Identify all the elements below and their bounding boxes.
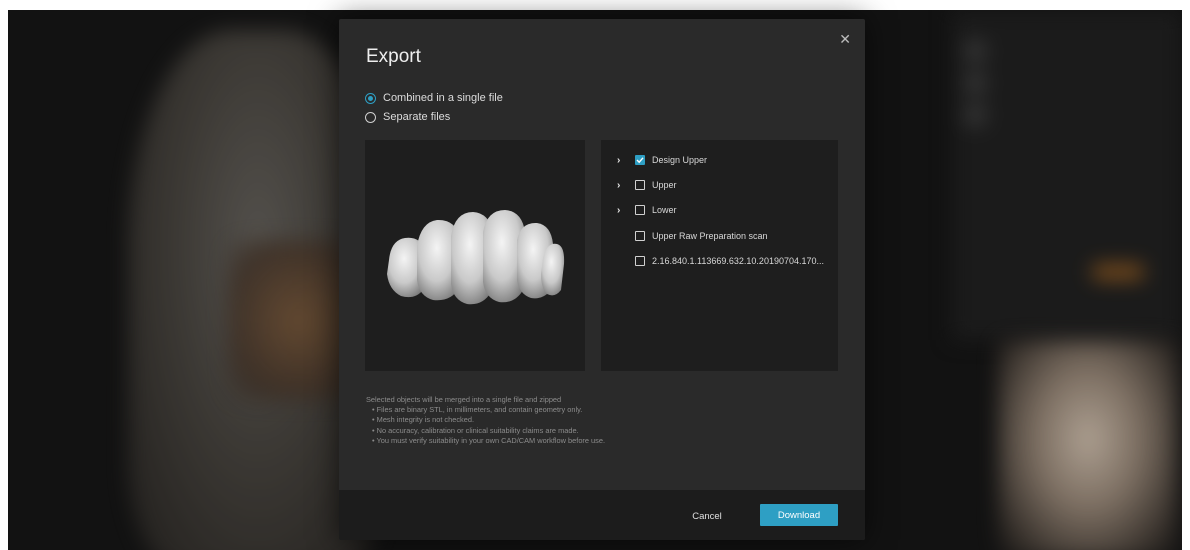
radio-combined-single-file[interactable]: Combined in a single file bbox=[365, 90, 503, 106]
face-photo bbox=[998, 340, 1178, 550]
crown-group bbox=[387, 210, 565, 305]
checkbox-unchecked[interactable] bbox=[635, 256, 645, 266]
export-dialog: ✕ Export Combined in a single file Separ… bbox=[339, 19, 865, 540]
dental-crowns-preview bbox=[387, 210, 565, 305]
chevron-right-icon[interactable]: › bbox=[617, 180, 629, 191]
tree-item-label: Upper bbox=[652, 180, 677, 190]
notes-list: Files are binary STL, in millimeters, an… bbox=[366, 405, 836, 446]
tree-item-lower[interactable]: › Lower bbox=[617, 203, 677, 217]
export-notes: Selected objects will be merged into a s… bbox=[366, 395, 836, 446]
notes-item: No accuracy, calibration or clinical sui… bbox=[372, 426, 836, 436]
tree-item-label: 2.16.840.1.113669.632.10.20190704.170... bbox=[652, 256, 824, 266]
tool-icon bbox=[964, 72, 986, 94]
model-preview bbox=[365, 140, 585, 371]
tree-item-upper-raw-preparation-scan[interactable]: › Upper Raw Preparation scan bbox=[617, 229, 768, 243]
dialog-title: Export bbox=[366, 46, 421, 67]
chevron-right-icon[interactable]: › bbox=[617, 155, 629, 166]
check-icon bbox=[636, 157, 644, 164]
tool-icon bbox=[964, 40, 986, 62]
cancel-button[interactable]: Cancel bbox=[679, 505, 735, 527]
checkbox-unchecked[interactable] bbox=[635, 231, 645, 241]
radio-selected-icon[interactable] bbox=[365, 92, 376, 104]
right-side-panel bbox=[952, 10, 1182, 340]
notes-intro: Selected objects will be merged into a s… bbox=[366, 395, 562, 404]
highlight-bar bbox=[1093, 265, 1143, 279]
checkbox-unchecked[interactable] bbox=[635, 180, 645, 190]
tree-item-upper[interactable]: › Upper bbox=[617, 178, 677, 192]
radio-unselected-icon[interactable] bbox=[365, 111, 376, 123]
tree-item-label: Upper Raw Preparation scan bbox=[652, 231, 768, 241]
checkbox-checked[interactable] bbox=[635, 155, 645, 165]
checkbox-unchecked[interactable] bbox=[635, 205, 645, 215]
close-icon[interactable]: ✕ bbox=[839, 32, 851, 46]
notes-item: You must verify suitability in your own … bbox=[372, 436, 836, 446]
radio-label: Separate files bbox=[383, 111, 451, 123]
tree-item-design-upper[interactable]: › Design Upper bbox=[617, 153, 707, 167]
tool-icon bbox=[964, 104, 986, 126]
tree-item-label: Lower bbox=[652, 205, 677, 215]
dialog-footer: Cancel Download bbox=[339, 490, 865, 540]
download-button[interactable]: Download bbox=[760, 504, 838, 526]
tree-item-label: Design Upper bbox=[652, 155, 708, 165]
radio-label: Combined in a single file bbox=[383, 92, 503, 104]
chevron-right-icon[interactable]: › bbox=[617, 205, 629, 216]
radio-separate-files[interactable]: Separate files bbox=[365, 109, 450, 125]
tree-item-dicom-series[interactable]: › 2.16.840.1.113669.632.10.20190704.170.… bbox=[617, 254, 824, 268]
notes-item: Mesh integrity is not checked. bbox=[372, 415, 836, 425]
object-tree: › Design Upper › Upper › Lower › Upper R… bbox=[601, 140, 838, 371]
notes-item: Files are binary STL, in millimeters, an… bbox=[372, 405, 836, 415]
